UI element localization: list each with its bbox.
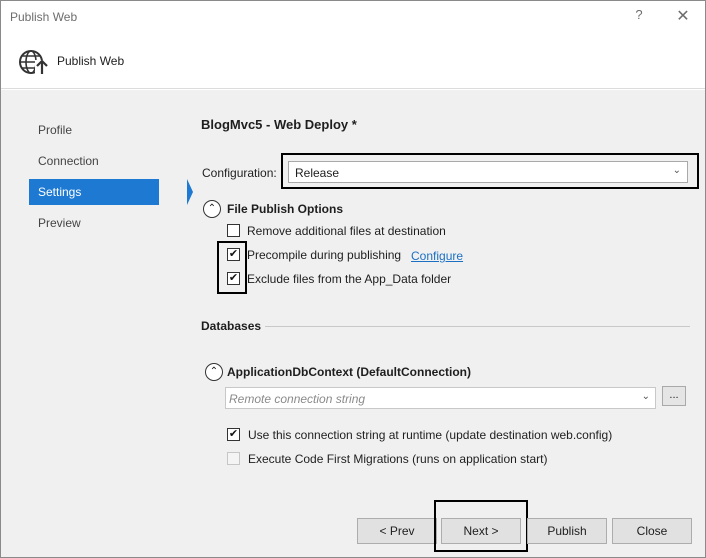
page-title: BlogMvc5 - Web Deploy *: [201, 117, 357, 132]
dialog-header: Publish Web: [1, 33, 705, 89]
close-button[interactable]: Close: [612, 518, 692, 544]
nav-item-settings[interactable]: Settings: [29, 179, 193, 205]
collapse-dbcontext-button[interactable]: ⌃: [205, 363, 223, 381]
header-title: Publish Web: [57, 54, 125, 68]
configuration-label: Configuration:: [202, 166, 277, 180]
chevron-down-icon: ⌄: [641, 391, 650, 402]
use-connection-string-checkbox[interactable]: ✔: [227, 428, 240, 441]
globe-publish-icon: [19, 50, 48, 74]
window-title: Publish Web: [10, 10, 78, 24]
file-publish-heading: File Publish Options: [227, 202, 344, 216]
configuration-value: Release: [295, 166, 340, 180]
prev-button[interactable]: < Prev: [357, 518, 437, 544]
exclude-app-data-checkbox[interactable]: ✔: [227, 272, 240, 285]
dbcontext-heading: ApplicationDbContext (DefaultConnection): [227, 365, 471, 379]
databases-divider: [265, 326, 690, 327]
connection-browse-button[interactable]: ...: [662, 386, 686, 406]
nav-item-settings-label: Settings: [38, 185, 82, 199]
precompile-label: Precompile during publishing: [247, 248, 402, 262]
close-window-button[interactable]: ✕: [673, 6, 693, 26]
nav-item-profile[interactable]: Profile: [29, 117, 159, 143]
connection-string-placeholder: Remote connection string: [229, 392, 366, 406]
configuration-select[interactable]: Release ⌄: [288, 161, 688, 183]
configure-link[interactable]: Configure: [411, 249, 463, 263]
use-connection-string-label: Use this connection string at runtime (u…: [248, 428, 613, 442]
nav-item-preview[interactable]: Preview: [29, 210, 159, 236]
precompile-checkbox[interactable]: ✔: [227, 248, 240, 261]
remove-files-label: Remove additional files at destination: [247, 224, 446, 238]
active-nav-pointer: [187, 179, 193, 205]
publish-button[interactable]: Publish: [527, 518, 607, 544]
help-button[interactable]: ?: [631, 7, 647, 25]
remove-files-checkbox[interactable]: [227, 224, 240, 237]
title-bar: Publish Web ? ✕: [1, 1, 705, 33]
next-button[interactable]: Next >: [441, 518, 521, 544]
databases-heading: Databases: [201, 319, 262, 333]
code-first-migrations-label: Execute Code First Migrations (runs on a…: [248, 452, 548, 466]
dialog-body: Profile Connection Settings Preview Blog…: [1, 90, 705, 557]
chevron-down-icon: ⌄: [672, 165, 681, 176]
publish-web-dialog: Publish Web ? ✕ Publish Web Profile Conn…: [0, 0, 706, 558]
code-first-migrations-checkbox[interactable]: [227, 452, 240, 465]
collapse-file-publish-button[interactable]: ⌃: [203, 200, 221, 218]
nav-item-connection[interactable]: Connection: [29, 148, 159, 174]
exclude-app-data-label: Exclude files from the App_Data folder: [247, 272, 452, 286]
connection-string-combo[interactable]: Remote connection string ⌄: [225, 387, 656, 409]
